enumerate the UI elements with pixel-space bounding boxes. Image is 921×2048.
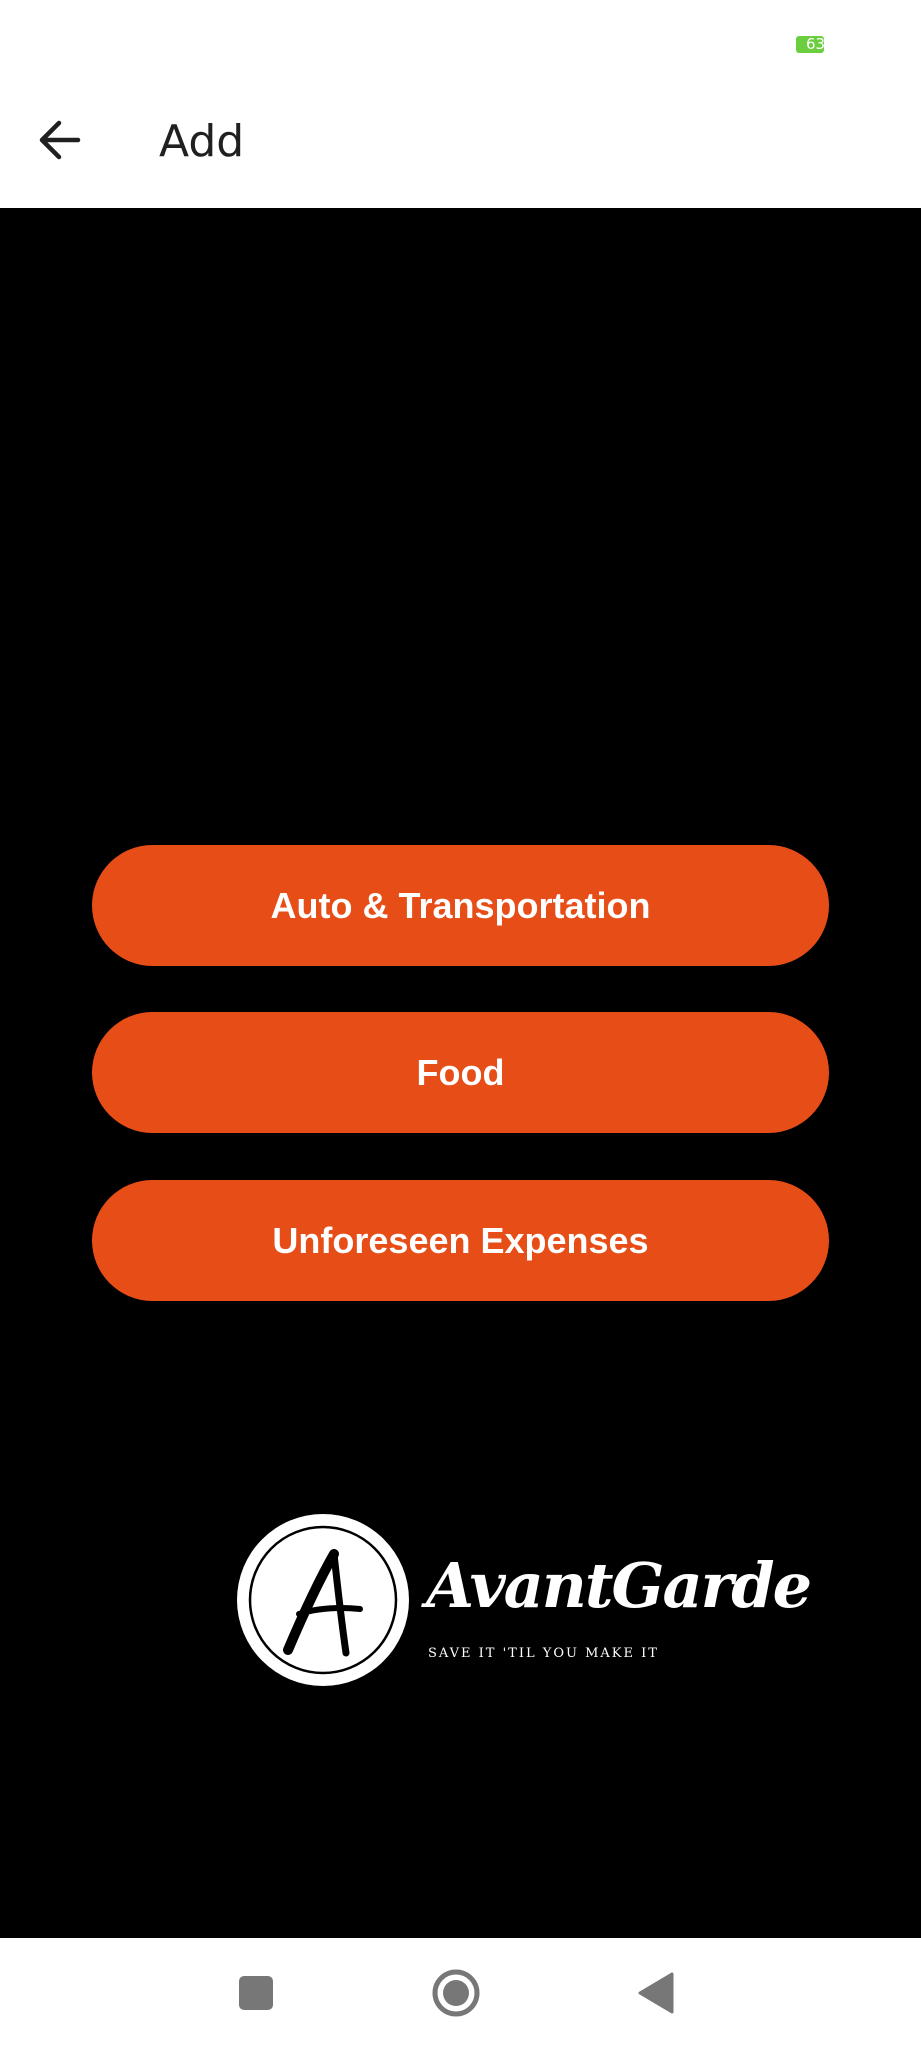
- category-button-food[interactable]: Food: [92, 1012, 829, 1133]
- nav-back-button[interactable]: [621, 1958, 691, 2028]
- recents-square-icon: [239, 1976, 273, 2010]
- category-button-unforeseen-expenses[interactable]: Unforeseen Expenses: [92, 1180, 829, 1301]
- back-button[interactable]: [28, 108, 92, 172]
- home-button[interactable]: [421, 1958, 491, 2028]
- page-title: Add: [159, 116, 245, 167]
- arrow-left-icon: [39, 120, 81, 160]
- category-button-auto-transportation[interactable]: Auto & Transportation: [92, 845, 829, 966]
- main-content: Auto & Transportation Food Unforeseen Ex…: [0, 208, 921, 1938]
- home-circle-icon: [432, 1969, 480, 2017]
- status-bar: 63: [0, 0, 921, 88]
- app-bar: Add: [0, 88, 921, 208]
- logo-tagline: SAVE IT 'TIL YOU MAKE IT: [428, 1646, 659, 1661]
- logo-badge-icon: [237, 1514, 409, 1686]
- system-nav-bar: [0, 1938, 921, 2048]
- battery-level: 63: [806, 36, 824, 53]
- battery-icon: 63: [796, 36, 824, 53]
- back-triangle-icon: [638, 1972, 674, 2014]
- logo-name: AvantGarde: [426, 1549, 812, 1622]
- recents-button[interactable]: [221, 1958, 291, 2028]
- brand-logo: AvantGarde SAVE IT 'TIL YOU MAKE IT: [236, 1513, 812, 1693]
